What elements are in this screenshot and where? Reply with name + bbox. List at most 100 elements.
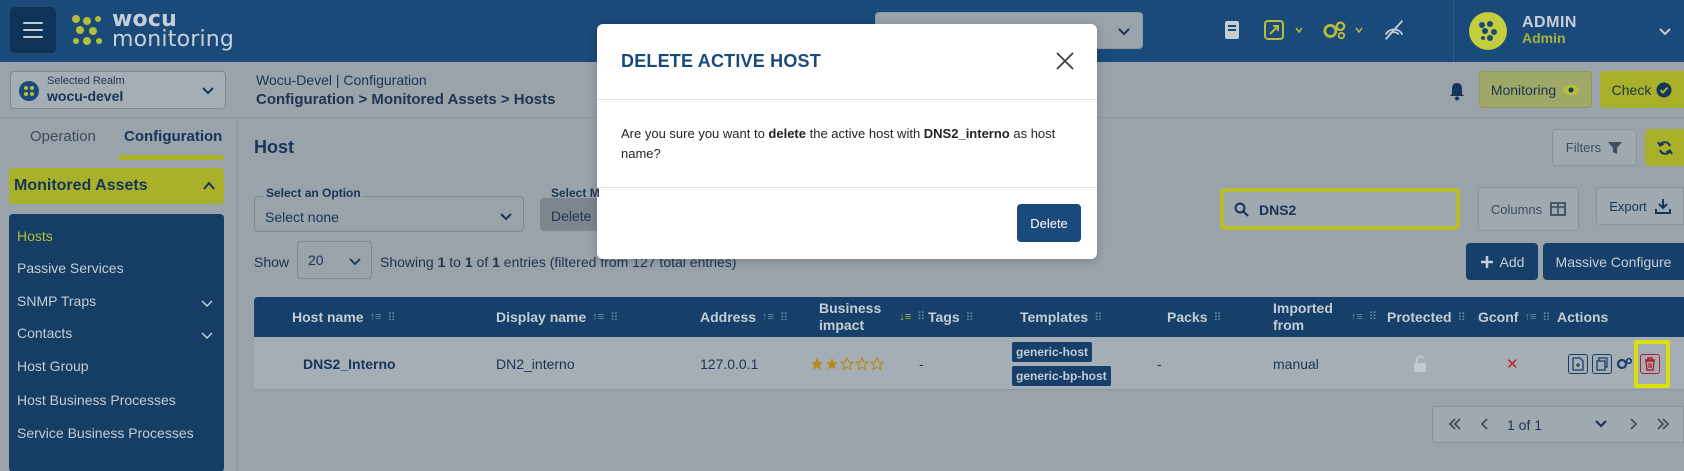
breadcrumb: Configuration > Monitored Assets > Hosts	[256, 91, 556, 108]
sort-icon[interactable]: ↑≡	[1524, 311, 1536, 323]
chevron-down-icon[interactable]	[1294, 25, 1304, 35]
columns-button[interactable]: Columns	[1478, 187, 1579, 231]
page-size-value: 20	[308, 252, 324, 268]
chevron-down-icon[interactable]	[1593, 416, 1609, 432]
add-button[interactable]: Add	[1466, 243, 1538, 280]
check-button[interactable]: Check	[1600, 71, 1684, 108]
column-header-host-name[interactable]: Host name ↑≡ ⠿	[292, 297, 396, 337]
column-header-protected[interactable]: Protected ⠿	[1387, 297, 1466, 337]
book-icon[interactable]	[1220, 14, 1244, 46]
drag-handle-icon[interactable]: ⠿	[966, 311, 974, 324]
drag-handle-icon[interactable]: ⠿	[1458, 311, 1466, 324]
refresh-button[interactable]	[1645, 129, 1684, 166]
columns-icon	[1550, 202, 1567, 216]
page-size-select[interactable]: 20	[297, 241, 372, 279]
filter-icon	[1608, 141, 1623, 154]
address-cell: 127.0.0.1	[700, 337, 758, 390]
signal-off-icon[interactable]	[1382, 14, 1406, 46]
wocu-logo[interactable]: wocu monitoring	[70, 9, 234, 51]
avatar	[1469, 12, 1507, 50]
entries-prefix: Showing	[380, 254, 438, 270]
drag-handle-icon[interactable]: ⠿	[1094, 311, 1102, 324]
sidebar-item-passive-services[interactable]: Passive Services	[17, 260, 217, 276]
monitoring-button[interactable]: Monitoring	[1479, 71, 1592, 108]
imported-from: manual	[1273, 355, 1319, 372]
column-header-label: Tags	[928, 309, 960, 325]
entries-to-word: to	[445, 254, 465, 270]
sidebar-item-host-group[interactable]: Host Group	[17, 358, 217, 374]
chevron-down-icon[interactable]	[1354, 25, 1364, 35]
sort-icon[interactable]: ↑≡	[592, 311, 604, 323]
sort-icon[interactable]: ↑≡	[1351, 309, 1363, 326]
drag-handle-icon[interactable]: ⠿	[1213, 311, 1221, 324]
bell-icon[interactable]	[1448, 81, 1466, 101]
column-header-display-name[interactable]: Display name ↑≡ ⠿	[496, 297, 618, 337]
check-button-label: Check	[1611, 81, 1652, 98]
first-page-icon[interactable]	[1447, 416, 1463, 432]
view-file-button[interactable]	[1568, 353, 1588, 374]
column-header-label: Actions	[1557, 309, 1609, 325]
previous-page-icon[interactable]	[1477, 416, 1493, 432]
option-select[interactable]: Select none	[254, 196, 524, 232]
user-menu[interactable]: ADMIN Admin	[1453, 0, 1684, 62]
external-link-icon[interactable]	[1262, 14, 1286, 46]
drag-handle-icon[interactable]: ⠿	[917, 309, 925, 326]
export-button[interactable]: Export	[1596, 187, 1684, 225]
configure-button[interactable]	[1616, 353, 1632, 374]
sort-desc-icon[interactable]: ↓≡	[899, 309, 911, 326]
drag-handle-icon[interactable]: ⠿	[610, 311, 618, 324]
hamburger-menu-button[interactable]	[10, 7, 56, 53]
confirm-delete-button[interactable]: Delete	[1017, 204, 1081, 242]
sidebar-item-service-business-processes[interactable]: Service Business Processes	[17, 425, 217, 441]
sidebar-item-host-business-processes[interactable]: Host Business Processes	[17, 392, 217, 408]
active-tab-indicator	[118, 155, 224, 160]
show-entries-label: Show	[254, 254, 290, 270]
massive-configure-button[interactable]: Massive Configure	[1543, 243, 1684, 280]
packs: -	[1157, 355, 1162, 372]
column-header-tags[interactable]: Tags ⠿	[928, 297, 974, 337]
duplicate-button[interactable]	[1592, 353, 1612, 374]
sidebar-item-snmp-traps[interactable]: SNMP Traps	[17, 293, 217, 309]
tags: -	[919, 355, 924, 372]
sort-icon[interactable]: ↑≡	[370, 311, 382, 323]
search-input[interactable]: DNS2	[1220, 188, 1460, 230]
drag-handle-icon[interactable]: ⠿	[1542, 311, 1550, 324]
host-name[interactable]: DNS2_Interno	[303, 356, 396, 372]
tab-configuration[interactable]: Configuration	[124, 128, 222, 145]
column-header-address[interactable]: Address ↑≡ ⠿	[700, 297, 788, 337]
column-header-label: Business	[819, 300, 882, 316]
business-impact-stars	[810, 337, 884, 390]
next-page-icon[interactable]	[1625, 416, 1641, 432]
column-header-templates[interactable]: Templates ⠿	[1020, 297, 1102, 337]
gears-icon[interactable]	[1322, 14, 1346, 46]
unlock-icon[interactable]	[1412, 354, 1428, 373]
sidebar-item-label: Host Business Processes	[17, 392, 176, 408]
sidebar-item-label: Service Business Processes	[17, 425, 194, 441]
column-header-gconf[interactable]: Gconf ↑≡ ⠿	[1478, 297, 1550, 337]
sort-icon[interactable]: ↑≡	[762, 311, 774, 323]
host-name-link[interactable]: DNS2_Interno	[303, 337, 396, 390]
sidebar-section-monitored-assets[interactable]: Monitored Assets	[9, 168, 224, 204]
page-indicator[interactable]: 1 of 1	[1507, 417, 1542, 433]
column-header-imported-from[interactable]: Imported from ↑≡ ⠿	[1273, 297, 1377, 337]
column-header-packs[interactable]: Packs ⠿	[1167, 297, 1222, 337]
drag-handle-icon[interactable]: ⠿	[780, 311, 788, 324]
drag-handle-icon[interactable]: ⠿	[1369, 309, 1377, 326]
template-badge: generic-host	[1012, 341, 1093, 362]
star-empty-icon	[840, 356, 854, 371]
tab-operation[interactable]: Operation	[30, 128, 96, 145]
chevron-down-icon	[201, 332, 213, 340]
option-select-label: Select an Option	[264, 186, 363, 200]
massive-action-select[interactable]: Delete	[540, 198, 600, 231]
realm-select[interactable]: Selected Realm wocu-devel	[10, 71, 226, 109]
filters-button[interactable]: Filters	[1552, 129, 1637, 166]
close-icon[interactable]	[1055, 51, 1075, 71]
column-header-label: Gconf	[1478, 309, 1519, 325]
copy-icon	[1596, 356, 1608, 371]
sidebar-item-hosts[interactable]: Hosts	[17, 228, 217, 244]
page-title: Host	[254, 137, 294, 157]
sidebar-item-contacts[interactable]: Contacts	[17, 325, 217, 341]
drag-handle-icon[interactable]: ⠿	[388, 311, 396, 324]
column-header-business-impact[interactable]: Business impact ↓≡ ⠿	[819, 297, 925, 337]
last-page-icon[interactable]	[1655, 416, 1671, 432]
